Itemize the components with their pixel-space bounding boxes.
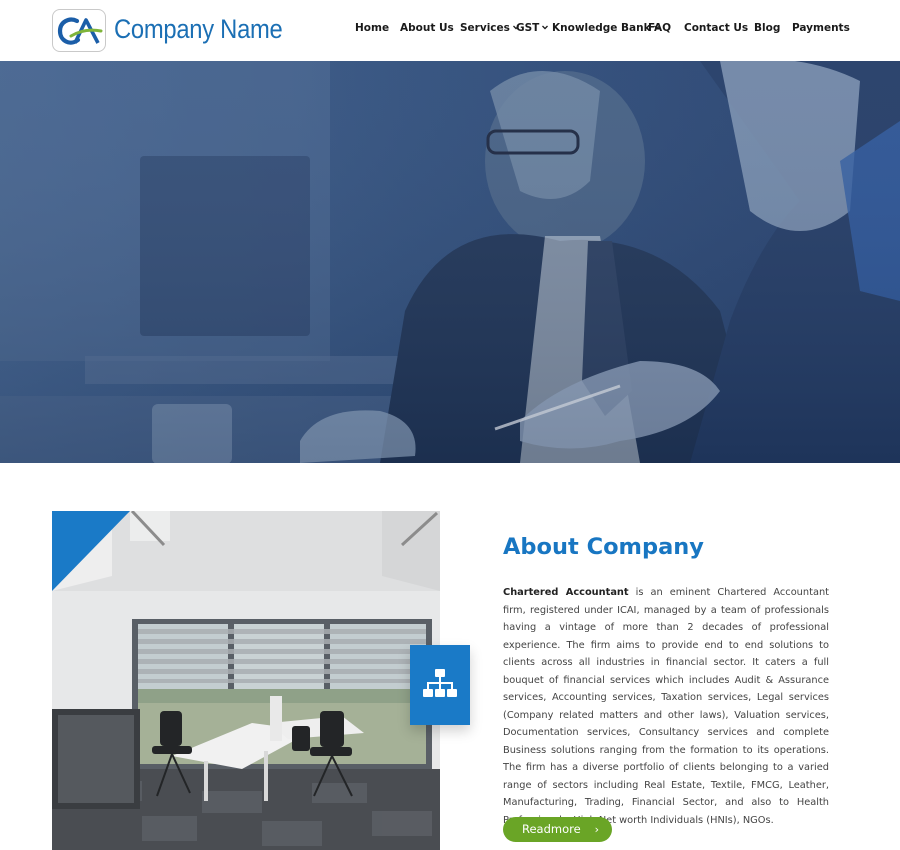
nav-home[interactable]: Home xyxy=(355,22,389,34)
logo[interactable] xyxy=(52,9,106,52)
nav-label: Blog xyxy=(754,22,781,34)
hero-banner xyxy=(0,61,900,463)
about-description: Chartered Accountant is an eminent Chart… xyxy=(503,584,829,829)
nav-faq[interactable]: FAQ xyxy=(648,22,671,34)
nav-label: FAQ xyxy=(648,22,672,34)
nav-gst[interactable]: GST xyxy=(516,22,549,34)
nav-services[interactable]: Services xyxy=(460,22,519,34)
nav-label: About Us xyxy=(400,22,454,34)
nav-about-us[interactable]: About Us xyxy=(400,22,454,34)
office-image xyxy=(52,511,440,850)
sitemap-icon xyxy=(423,669,457,697)
nav-label: Payments xyxy=(792,22,850,34)
about-lead: Chartered Accountant xyxy=(503,587,629,598)
site-header: Company Name Home About Us Services GST … xyxy=(0,0,900,61)
readmore-button[interactable]: Readmore › xyxy=(503,817,612,842)
nav-label: Contact Us xyxy=(684,22,749,34)
nav-label: GST xyxy=(516,22,540,34)
readmore-label: Readmore xyxy=(522,822,581,836)
nav-contact-us[interactable]: Contact Us xyxy=(684,22,748,34)
chevron-down-icon xyxy=(542,25,549,30)
nav-knowledge-bank[interactable]: Knowledge Bank xyxy=(552,22,660,34)
nav-label: Services xyxy=(460,22,510,34)
about-title: About Company xyxy=(503,534,704,560)
about-body: is an eminent Chartered Accountant firm,… xyxy=(503,587,829,826)
sitemap-feature-box[interactable] xyxy=(410,645,470,725)
office-photo xyxy=(52,511,440,850)
hero-image xyxy=(0,61,900,463)
nav-label: Knowledge Bank xyxy=(552,22,651,34)
brand-name[interactable]: Company Name xyxy=(114,14,283,45)
nav-label: Home xyxy=(355,22,390,34)
nav-blog[interactable]: Blog xyxy=(754,22,780,34)
chevron-right-icon: › xyxy=(594,823,599,836)
nav-payments[interactable]: Payments xyxy=(792,22,850,34)
ca-logo-icon xyxy=(57,17,103,45)
